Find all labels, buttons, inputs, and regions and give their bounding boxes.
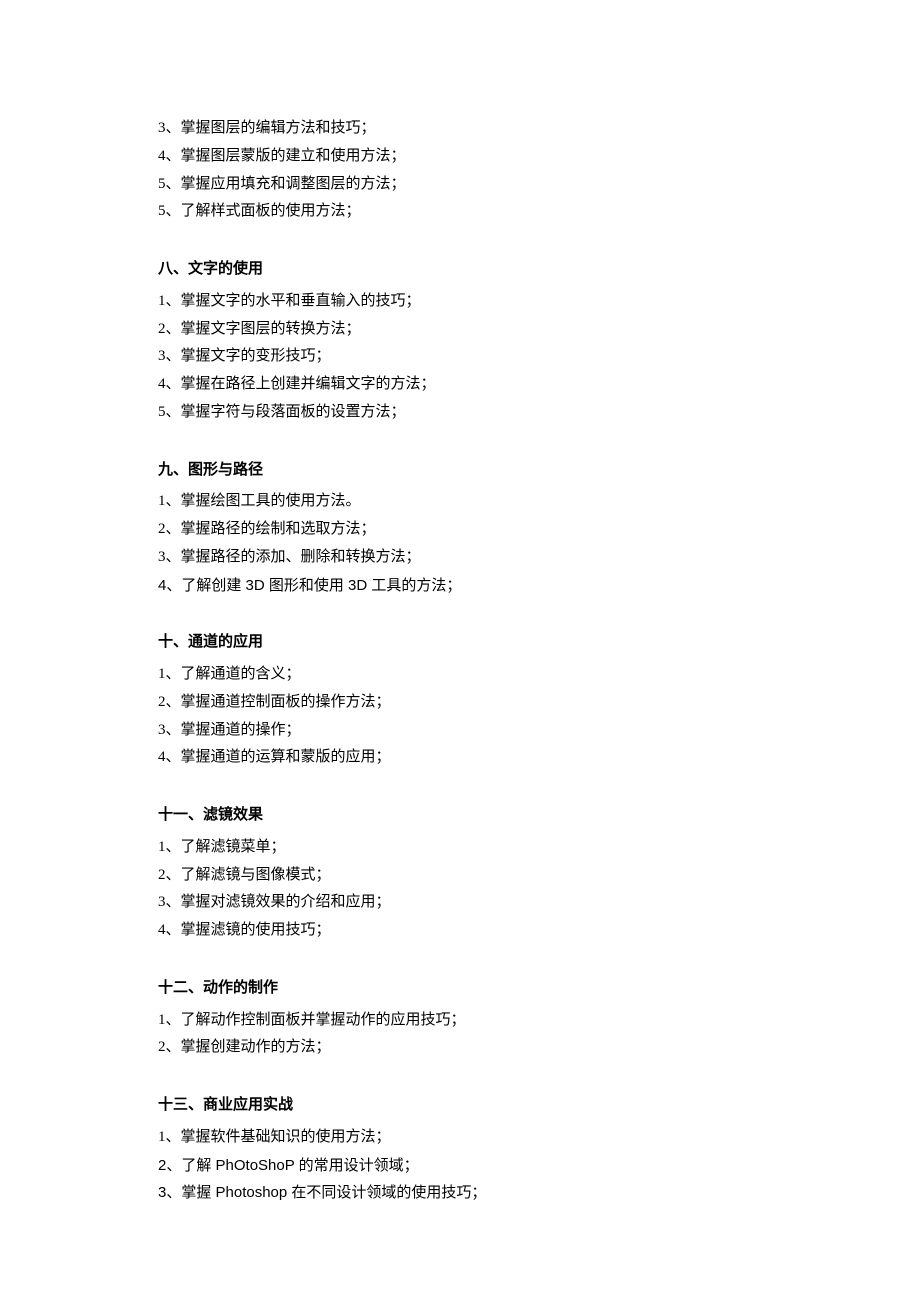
- section-heading: 十二、动作的制作: [158, 975, 762, 1003]
- list-item: 3、掌握通道的操作；: [158, 717, 762, 745]
- list-item: 3、掌握对滤镜效果的介绍和应用；: [158, 889, 762, 917]
- list-item: 1、了解动作控制面板并掌握动作的应用技巧；: [158, 1007, 762, 1035]
- intro-item-block: 3、掌握图层的编辑方法和技巧； 4、掌握图层蒙版的建立和使用方法； 5、掌握应用…: [158, 115, 762, 226]
- section-12: 十二、动作的制作 1、了解动作控制面板并掌握动作的应用技巧； 2、掌握创建动作的…: [158, 975, 762, 1062]
- section-heading: 十三、商业应用实战: [158, 1092, 762, 1120]
- list-item: 1、了解通道的含义；: [158, 661, 762, 689]
- list-item: 2、掌握通道控制面板的操作方法；: [158, 689, 762, 717]
- document-page: 3、掌握图层的编辑方法和技巧； 4、掌握图层蒙版的建立和使用方法； 5、掌握应用…: [0, 0, 920, 1307]
- list-item: 5、掌握应用填充和调整图层的方法；: [158, 171, 762, 199]
- list-item: 4、掌握滤镜的使用技巧；: [158, 917, 762, 945]
- section-8: 八、文字的使用 1、掌握文字的水平和垂直输入的技巧； 2、掌握文字图层的转换方法…: [158, 256, 762, 427]
- section-heading: 十、通道的应用: [158, 629, 762, 657]
- list-item: 3、掌握文字的变形技巧；: [158, 343, 762, 371]
- list-item: 4、掌握通道的运算和蒙版的应用；: [158, 744, 762, 772]
- section-heading: 九、图形与路径: [158, 457, 762, 485]
- list-item: 3、掌握路径的添加、删除和转换方法；: [158, 544, 762, 572]
- list-item: 4、掌握在路径上创建并编辑文字的方法；: [158, 371, 762, 399]
- section-11: 十一、滤镜效果 1、了解滤镜菜单； 2、了解滤镜与图像模式； 3、掌握对滤镜效果…: [158, 802, 762, 945]
- list-item: 3、掌握 Photoshop 在不同设计领域的使用技巧；: [158, 1179, 762, 1207]
- list-item: 2、了解 PhOtoShoP 的常用设计领域；: [158, 1152, 762, 1180]
- list-item: 5、了解样式面板的使用方法；: [158, 198, 762, 226]
- list-item: 1、掌握文字的水平和垂直输入的技巧；: [158, 288, 762, 316]
- list-item: 2、掌握创建动作的方法；: [158, 1034, 762, 1062]
- section-heading: 八、文字的使用: [158, 256, 762, 284]
- list-item: 1、掌握软件基础知识的使用方法；: [158, 1124, 762, 1152]
- section-9: 九、图形与路径 1、掌握绘图工具的使用方法。 2、掌握路径的绘制和选取方法； 3…: [158, 457, 762, 600]
- list-item: 1、掌握绘图工具的使用方法。: [158, 488, 762, 516]
- list-item: 2、掌握文字图层的转换方法；: [158, 316, 762, 344]
- list-item: 1、了解滤镜菜单；: [158, 834, 762, 862]
- section-heading: 十一、滤镜效果: [158, 802, 762, 830]
- section-13: 十三、商业应用实战 1、掌握软件基础知识的使用方法； 2、了解 PhOtoSho…: [158, 1092, 762, 1207]
- list-item: 4、掌握图层蒙版的建立和使用方法；: [158, 143, 762, 171]
- list-item: 2、了解滤镜与图像模式；: [158, 862, 762, 890]
- list-item: 2、掌握路径的绘制和选取方法；: [158, 516, 762, 544]
- section-10: 十、通道的应用 1、了解通道的含义； 2、掌握通道控制面板的操作方法； 3、掌握…: [158, 629, 762, 772]
- list-item: 3、掌握图层的编辑方法和技巧；: [158, 115, 762, 143]
- list-item: 5、掌握字符与段落面板的设置方法；: [158, 399, 762, 427]
- list-item: 4、了解创建 3D 图形和使用 3D 工具的方法；: [158, 572, 762, 600]
